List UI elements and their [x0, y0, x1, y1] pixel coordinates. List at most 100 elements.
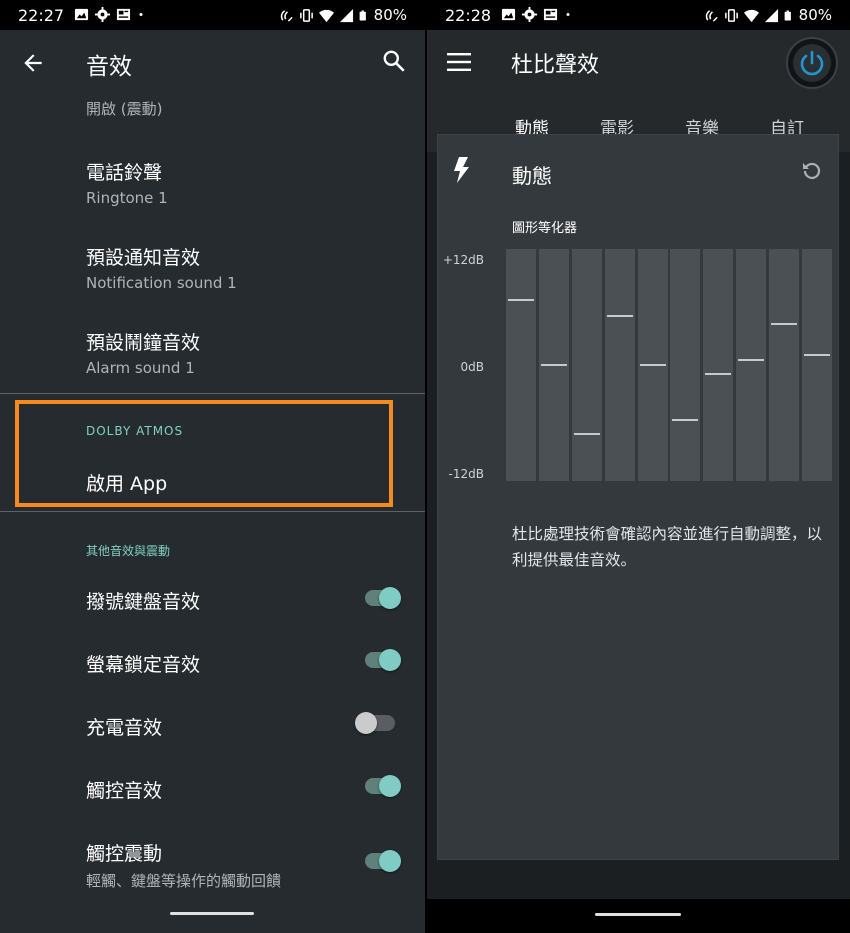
touch-vibration-label: 觸控震動 — [86, 843, 163, 865]
nfc-icon — [280, 9, 293, 22]
signal-icon — [764, 8, 778, 22]
other-sounds-header: 其他音效與震動 — [86, 544, 171, 558]
notification-icons — [501, 7, 572, 22]
eq-band-8[interactable] — [736, 249, 767, 481]
eq-band-5[interactable] — [637, 249, 668, 481]
db-label-bottom: -12dB — [448, 467, 484, 481]
gesture-nav-handle[interactable] — [595, 913, 681, 916]
search-icon[interactable] — [381, 48, 407, 74]
system-icons: 80% — [704, 6, 832, 24]
vibrate-icon — [724, 8, 738, 22]
status-bar: 22:27 80% — [0, 0, 425, 30]
db-label-top: +12dB — [442, 253, 484, 267]
vibrate-setting-summary: 開啟 (震動) — [86, 100, 163, 118]
nfc-icon — [705, 9, 718, 22]
battery-percent: 80% — [373, 6, 407, 24]
alarm-sound-value: Alarm sound 1 — [86, 359, 195, 377]
equalizer-label: 圖形等化器 — [512, 221, 578, 236]
ringtone-setting[interactable]: 電話鈴聲 Ringtone 1 — [86, 158, 168, 207]
eq-band-level[interactable] — [705, 372, 732, 375]
vibrate-setting-partial[interactable]: 開啟 (震動) — [86, 98, 162, 119]
notification-sound-value: Notification sound 1 — [86, 274, 237, 292]
alarm-sound-setting[interactable]: 預設鬧鐘音效 Alarm sound 1 — [86, 328, 200, 377]
screen-lock-sound-label: 螢幕鎖定音效 — [86, 654, 201, 676]
profile-card: 動態 圖形等化器 +12dB 0dB -12dB 杜比處理技術會確認內容並進行自… — [437, 134, 839, 860]
back-arrow-icon[interactable] — [20, 50, 46, 76]
image-icon — [501, 8, 516, 21]
profile-title: 動態 — [512, 164, 552, 188]
touch-vibration-summary: 輕觸、鍵盤等操作的觸動回饋 — [86, 872, 282, 890]
image-icon — [74, 8, 89, 21]
eq-band-4[interactable] — [604, 249, 635, 481]
app-bar: 音效 — [0, 30, 425, 94]
gesture-nav-handle[interactable] — [170, 912, 254, 915]
page-title: 音效 — [86, 54, 132, 80]
dialpad-sound-label: 撥號鍵盤音效 — [86, 591, 201, 613]
charging-sound-toggle[interactable] — [355, 705, 401, 741]
dot-icon — [566, 13, 570, 16]
system-icons: 80% — [279, 6, 407, 24]
eq-band-level[interactable] — [738, 359, 765, 362]
eq-band-level[interactable] — [804, 354, 830, 357]
news-icon — [116, 8, 131, 21]
ringtone-setting-title: 電話鈴聲 — [86, 162, 163, 184]
gear-icon — [522, 7, 537, 22]
screen-lock-sound-toggle[interactable] — [363, 642, 401, 678]
dolby-sound-screen: 22:28 80% 杜比聲效 動態 電影 音樂 自訂 動態 圖形等化器 +12d… — [427, 0, 850, 933]
gear-icon — [95, 7, 110, 22]
notification-sound-title: 預設通知音效 — [86, 247, 201, 269]
wifi-icon — [743, 9, 759, 22]
eq-band-6[interactable] — [670, 249, 701, 481]
dolby-power-button[interactable] — [786, 37, 838, 89]
battery-percent: 80% — [798, 6, 832, 24]
wifi-icon — [318, 9, 334, 22]
screen-lock-sound-item[interactable]: 螢幕鎖定音效 — [86, 650, 200, 677]
charging-sound-label: 充電音效 — [86, 717, 163, 739]
graphic-equalizer[interactable] — [506, 249, 832, 481]
ringtone-setting-value: Ringtone 1 — [86, 189, 168, 207]
page-title: 杜比聲效 — [511, 53, 600, 78]
eq-band-9[interactable] — [769, 249, 800, 481]
section-divider — [0, 511, 425, 512]
vibrate-icon — [299, 8, 313, 22]
charging-sound-item[interactable]: 充電音效 — [86, 713, 162, 740]
hamburger-menu-icon[interactable] — [447, 52, 471, 72]
notification-sound-setting[interactable]: 預設通知音效 Notification sound 1 — [86, 243, 237, 292]
dialpad-sound-toggle[interactable] — [363, 580, 401, 616]
eq-band-level[interactable] — [540, 364, 567, 367]
alarm-sound-title: 預設鬧鐘音效 — [86, 332, 201, 354]
eq-band-10[interactable] — [802, 249, 832, 481]
sound-settings-screen: 22:27 80% 音效 開啟 (震動) 電話鈴聲 Ringtone 1 預設通… — [0, 0, 425, 933]
status-time: 22:28 — [445, 6, 492, 25]
dialpad-sound-item[interactable]: 撥號鍵盤音效 — [86, 587, 200, 614]
profile-description: 杜比處理技術會確認內容並進行自動調整，以利提供最佳音效。 — [512, 525, 823, 569]
lightning-bolt-icon — [454, 157, 469, 183]
reset-icon[interactable] — [800, 159, 824, 183]
news-icon — [543, 8, 558, 21]
status-bar: 22:28 80% — [427, 0, 850, 30]
db-label-mid: 0dB — [460, 360, 484, 374]
section-divider — [0, 393, 425, 394]
touch-sound-toggle[interactable] — [363, 768, 401, 804]
eq-band-7[interactable] — [703, 249, 734, 481]
eq-band-level[interactable] — [672, 419, 699, 422]
eq-band-2[interactable] — [538, 249, 569, 481]
touch-sound-label: 觸控音效 — [86, 780, 163, 802]
touch-vibration-item[interactable]: 觸控震動 輕觸、鍵盤等操作的觸動回饋 — [86, 839, 281, 891]
eq-band-level[interactable] — [606, 314, 633, 317]
dot-icon — [139, 13, 143, 16]
power-icon — [800, 50, 824, 76]
eq-band-level[interactable] — [771, 323, 798, 326]
notification-icons — [74, 7, 145, 22]
eq-band-level[interactable] — [508, 299, 534, 302]
eq-band-level[interactable] — [573, 432, 600, 435]
battery-icon — [359, 10, 366, 20]
eq-band-1[interactable] — [506, 249, 536, 481]
touch-sound-item[interactable]: 觸控音效 — [86, 776, 162, 803]
nav-bar — [427, 899, 850, 933]
touch-vibration-toggle[interactable] — [363, 843, 401, 879]
eq-band-level[interactable] — [639, 364, 666, 367]
status-time: 22:27 — [18, 6, 65, 25]
battery-icon — [784, 10, 791, 20]
eq-band-3[interactable] — [571, 249, 602, 481]
